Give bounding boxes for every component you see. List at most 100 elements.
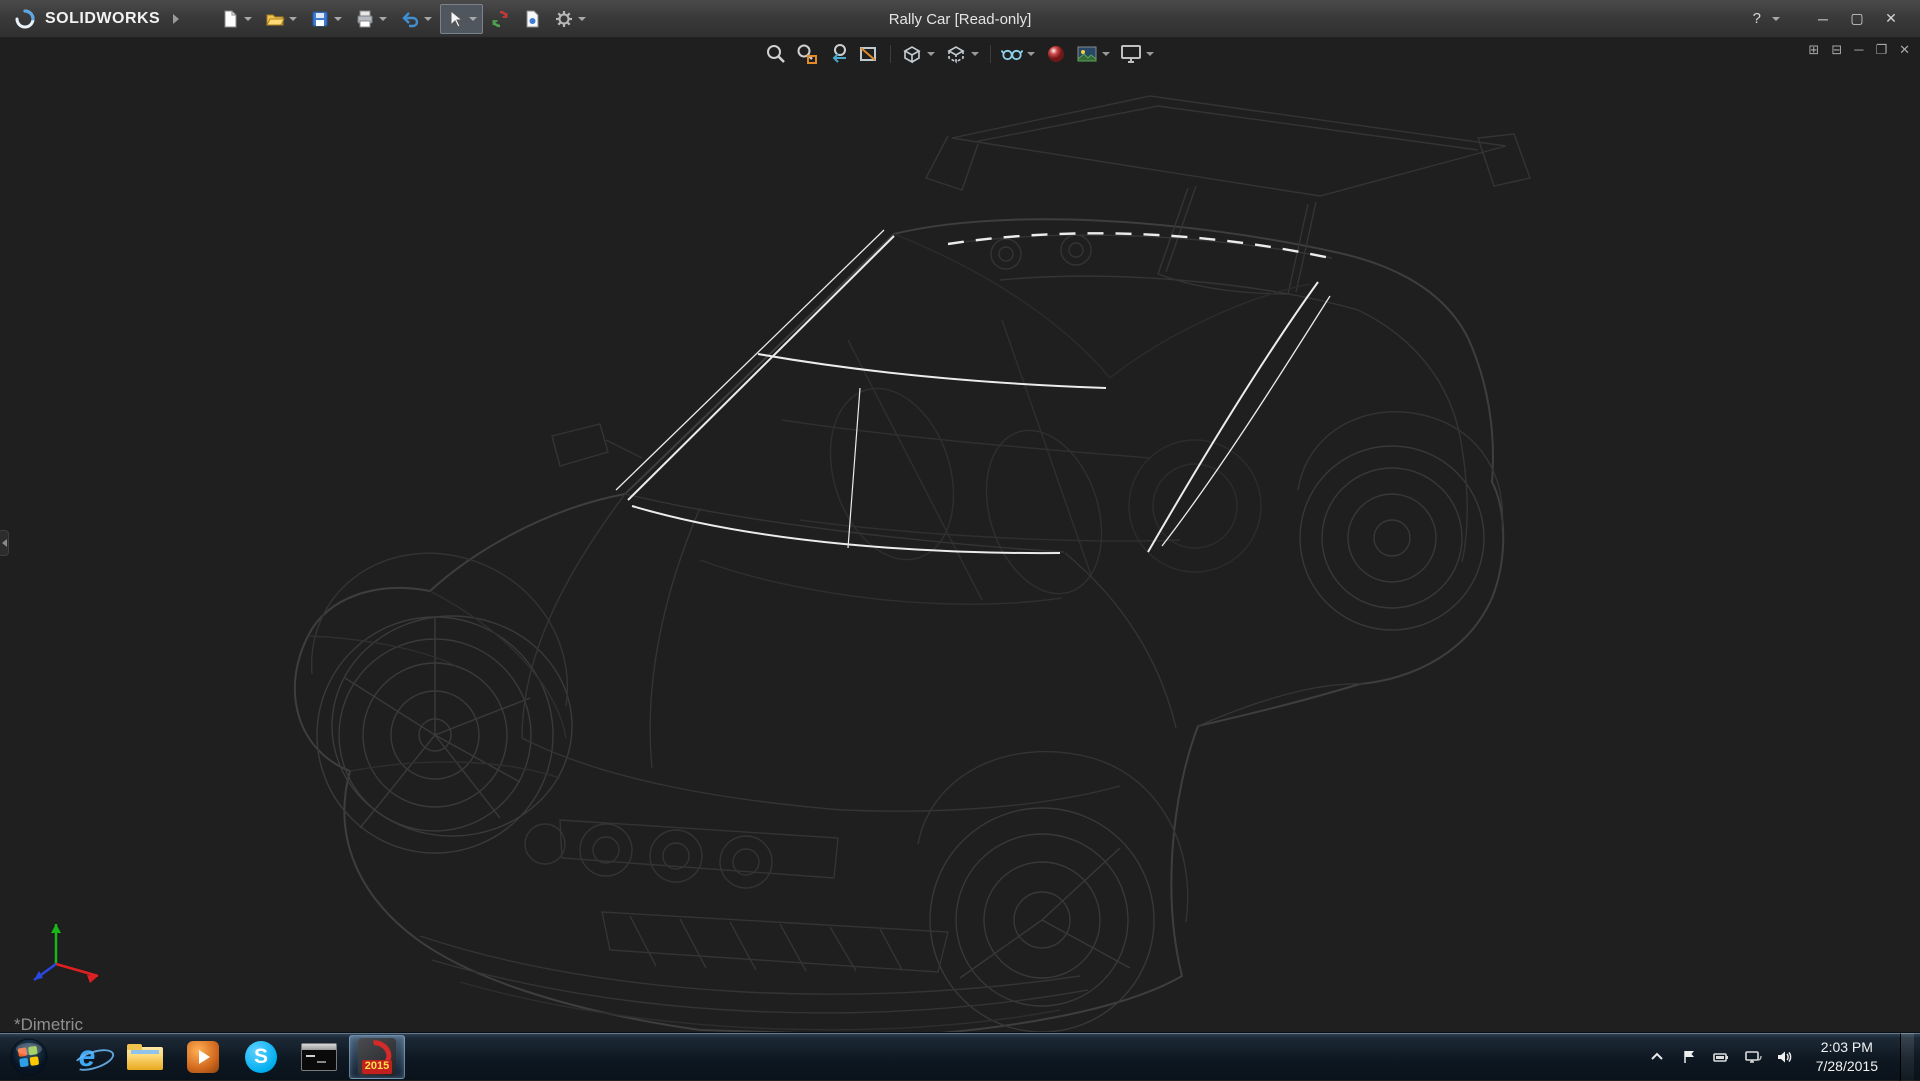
doc-minimize-button[interactable]: ─: [1854, 42, 1863, 58]
print-icon: [354, 8, 376, 30]
windows-explorer-icon: [127, 1044, 163, 1070]
window-controls: ? ─ ▢ ✕: [1749, 6, 1920, 32]
taskbar-item-media-player[interactable]: [175, 1035, 231, 1079]
zoom-area-icon: [795, 42, 819, 66]
new-dropdown-caret-icon[interactable]: [244, 17, 252, 21]
undo-dropdown-caret-icon[interactable]: [424, 17, 432, 21]
view-cube-icon: [900, 42, 924, 66]
select-button[interactable]: [440, 4, 483, 34]
view-settings-caret-icon[interactable]: [1146, 52, 1154, 56]
print-button[interactable]: [350, 4, 393, 34]
minimize-button[interactable]: ─: [1808, 6, 1838, 32]
display-style-button[interactable]: [942, 41, 983, 67]
pane-toggle-button[interactable]: ⊞: [1808, 42, 1819, 58]
view-orientation-caret-icon[interactable]: [927, 52, 935, 56]
view-settings-icon: [1119, 42, 1143, 66]
select-dropdown-caret-icon[interactable]: [469, 17, 477, 21]
options-button[interactable]: [549, 4, 592, 34]
start-button[interactable]: [0, 1033, 58, 1081]
pane-collapse-button[interactable]: ⊟: [1831, 42, 1842, 58]
open-folder-icon: [264, 8, 286, 30]
print-dropdown-caret-icon[interactable]: [379, 17, 387, 21]
solidworks-icon: 2015: [358, 1038, 396, 1076]
apply-scene-caret-icon[interactable]: [1102, 52, 1110, 56]
windows-orb-icon: [9, 1037, 49, 1077]
section-view-icon: [857, 42, 881, 66]
file-properties-button[interactable]: [517, 4, 547, 34]
view-orientation-label: *Dimetric: [14, 1015, 83, 1032]
volume-icon[interactable]: [1776, 1048, 1794, 1066]
previous-view-icon: [826, 42, 850, 66]
document-window-controls: ⊞ ⊟ ─ ❐ ✕: [1808, 42, 1910, 58]
previous-view-button[interactable]: [824, 41, 852, 67]
options-gear-icon: [553, 8, 575, 30]
tray-clock[interactable]: 2:03 PM 7/28/2015: [1808, 1038, 1886, 1074]
titlebar: SOLIDWORKS: [0, 0, 1920, 38]
hide-show-items-button[interactable]: [998, 41, 1039, 67]
tray-time: 2:03 PM: [1816, 1038, 1878, 1056]
window-title: Rally Car [Read-only]: [889, 0, 1032, 38]
options-dropdown-caret-icon[interactable]: [578, 17, 586, 21]
command-prompt-icon: [301, 1043, 337, 1071]
undo-button[interactable]: [395, 4, 438, 34]
hud-separator: [890, 45, 891, 63]
ds-logo-icon: [12, 8, 38, 30]
maximize-button[interactable]: ▢: [1842, 6, 1872, 32]
save-icon: [309, 8, 331, 30]
show-desktop-button[interactable]: [1900, 1033, 1914, 1081]
display-style-icon: [944, 42, 968, 66]
help-button[interactable]: ?: [1749, 10, 1765, 27]
undo-icon: [399, 8, 421, 30]
save-button[interactable]: [305, 4, 348, 34]
taskbar-item-solidworks[interactable]: 2015: [349, 1035, 405, 1079]
app-brand: SOLIDWORKS: [0, 0, 189, 37]
internet-explorer-icon: e: [79, 1042, 96, 1072]
menu-flyout-chevron-icon[interactable]: [173, 14, 179, 24]
doc-close-button[interactable]: ✕: [1899, 42, 1910, 58]
reference-triad: [18, 902, 114, 998]
help-dropdown-caret-icon[interactable]: [1772, 17, 1780, 21]
apply-scene-button[interactable]: [1073, 41, 1114, 67]
taskbar-item-internet-explorer[interactable]: e: [59, 1035, 115, 1079]
action-center-flag-icon[interactable]: [1680, 1048, 1698, 1066]
feature-pane-flyout-arrow[interactable]: [0, 530, 9, 556]
zoom-fit-icon: [764, 42, 788, 66]
network-icon[interactable]: [1744, 1048, 1762, 1066]
display-style-caret-icon[interactable]: [971, 52, 979, 56]
menubar-toolbar: [215, 4, 592, 34]
select-cursor-icon: [444, 8, 466, 30]
zoom-to-fit-button[interactable]: [762, 41, 790, 67]
system-tray: 2:03 PM 7/28/2015: [1648, 1033, 1920, 1080]
brand-name: SOLIDWORKS: [45, 10, 160, 28]
new-button[interactable]: [215, 4, 258, 34]
edit-appearance-button[interactable]: [1042, 41, 1070, 67]
save-dropdown-caret-icon[interactable]: [334, 17, 342, 21]
open-button[interactable]: [260, 4, 303, 34]
close-button[interactable]: ✕: [1876, 6, 1906, 32]
section-view-button[interactable]: [855, 41, 883, 67]
heads-up-view-toolbar: [762, 41, 1158, 67]
hud-separator: [990, 45, 991, 63]
graphics-viewport[interactable]: ⊞ ⊟ ─ ❐ ✕ *Dimetric: [0, 38, 1920, 1032]
taskbar-item-windows-explorer[interactable]: [117, 1035, 173, 1079]
view-settings-button[interactable]: [1117, 41, 1158, 67]
taskbar-item-skype[interactable]: S: [233, 1035, 289, 1079]
rebuild-icon: [489, 8, 511, 30]
show-hidden-icons-button[interactable]: [1648, 1048, 1666, 1066]
glasses-icon: [1000, 42, 1024, 66]
windows-taskbar: e S 2015: [0, 1032, 1920, 1080]
solidworks-version-badge: 2015: [362, 1060, 392, 1074]
rebuild-button[interactable]: [485, 4, 515, 34]
zoom-to-area-button[interactable]: [793, 41, 821, 67]
view-orientation-button[interactable]: [898, 41, 939, 67]
hide-show-caret-icon[interactable]: [1027, 52, 1035, 56]
taskbar-items: e S 2015: [58, 1033, 406, 1080]
battery-icon[interactable]: [1712, 1048, 1730, 1066]
wireframe-car-model[interactable]: [0, 38, 1920, 1032]
taskbar-item-command-prompt[interactable]: [291, 1035, 347, 1079]
media-player-icon: [187, 1041, 219, 1073]
doc-restore-button[interactable]: ❐: [1875, 42, 1887, 58]
appearance-sphere-icon: [1044, 42, 1068, 66]
open-dropdown-caret-icon[interactable]: [289, 17, 297, 21]
tray-date: 7/28/2015: [1816, 1057, 1878, 1075]
